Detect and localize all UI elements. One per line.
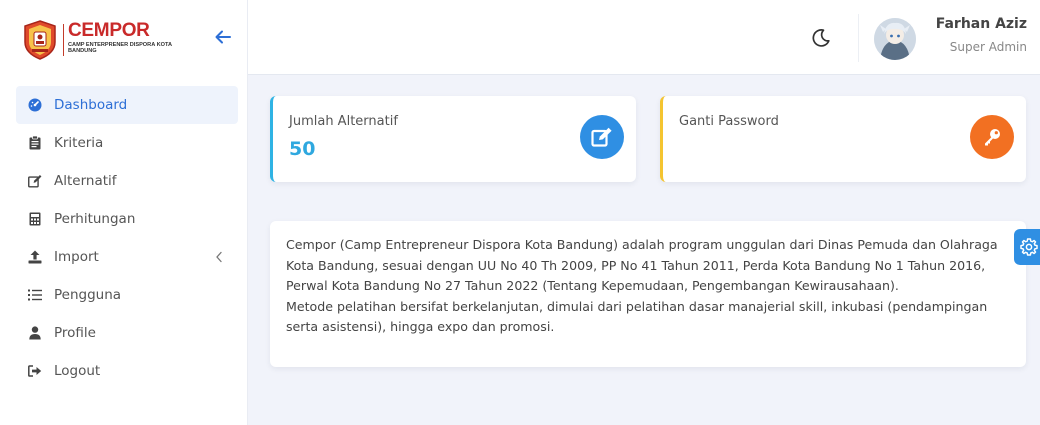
arrow-left-icon[interactable] [214,28,232,46]
key-icon [970,115,1014,159]
calculator-icon [28,212,42,226]
card-label: Jumlah Alternatif [289,114,398,129]
user-name[interactable]: Farhan Aziz [927,16,1027,32]
user-role: Super Admin [949,40,1027,54]
description-text: Cempor (Camp Entrepreneur Dispora Kota B… [286,235,1014,338]
chevron-left-icon [216,251,222,263]
logo-icon [24,20,56,60]
sidebar-menu: Dashboard Kriteria Alternatif Perhitunga… [16,86,238,390]
card-label: Ganti Password [679,114,779,129]
sidebar-item-label: Dashboard [54,97,128,113]
sidebar-item-pengguna[interactable]: Pengguna [16,276,238,314]
topbar-divider [858,14,859,62]
avatar[interactable] [874,18,916,60]
card-jumlah-alternatif: Jumlah Alternatif 50 [270,96,636,182]
card-value: 50 [289,138,316,160]
sign-out-icon [28,364,42,378]
topbar: Farhan Aziz Super Admin [248,0,1040,75]
sidebar-item-label: Perhitungan [54,211,136,227]
edit-icon [580,115,624,159]
clipboard-icon [28,136,42,150]
gear-icon [1020,238,1038,256]
list-icon [28,288,42,302]
sidebar-item-label: Kriteria [54,135,104,151]
sidebar: CEMPOR CAMP ENTERPRENER DISPORA KOTA BAN… [0,0,248,425]
sidebar-item-alternatif[interactable]: Alternatif [16,162,238,200]
sidebar-item-label: Pengguna [54,287,122,303]
moon-icon[interactable] [811,28,831,48]
sidebar-item-profile[interactable]: Profile [16,314,238,352]
brand-divider [63,24,64,56]
description-paragraph-1: Cempor (Camp Entrepreneur Dispora Kota B… [286,237,998,293]
sidebar-item-perhitungan[interactable]: Perhitungan [16,200,238,238]
brand-subtitle: CAMP ENTERPRENER DISPORA KOTA BANDUNG [68,42,172,54]
dashboard-icon [28,98,42,112]
brand: CEMPOR CAMP ENTERPRENER DISPORA KOTA BAN… [0,0,248,75]
sidebar-item-label: Alternatif [54,173,117,189]
sidebar-item-import[interactable]: Import [16,238,238,276]
sidebar-item-logout[interactable]: Logout [16,352,238,390]
sidebar-item-label: Logout [54,363,101,379]
settings-toggle[interactable] [1014,229,1040,265]
card-ganti-password[interactable]: Ganti Password [660,96,1026,182]
description-card: Cempor (Camp Entrepreneur Dispora Kota B… [270,221,1026,367]
sidebar-item-label: Profile [54,325,96,341]
description-paragraph-2: Metode pelatihan bersifat berkelanjutan,… [286,298,988,335]
sidebar-item-dashboard[interactable]: Dashboard [16,86,238,124]
upload-icon [28,250,42,264]
sidebar-item-kriteria[interactable]: Kriteria [16,124,238,162]
user-icon [28,326,42,340]
brand-title: CEMPOR [68,20,150,41]
sidebar-item-label: Import [54,249,99,265]
edit-icon [28,174,42,188]
